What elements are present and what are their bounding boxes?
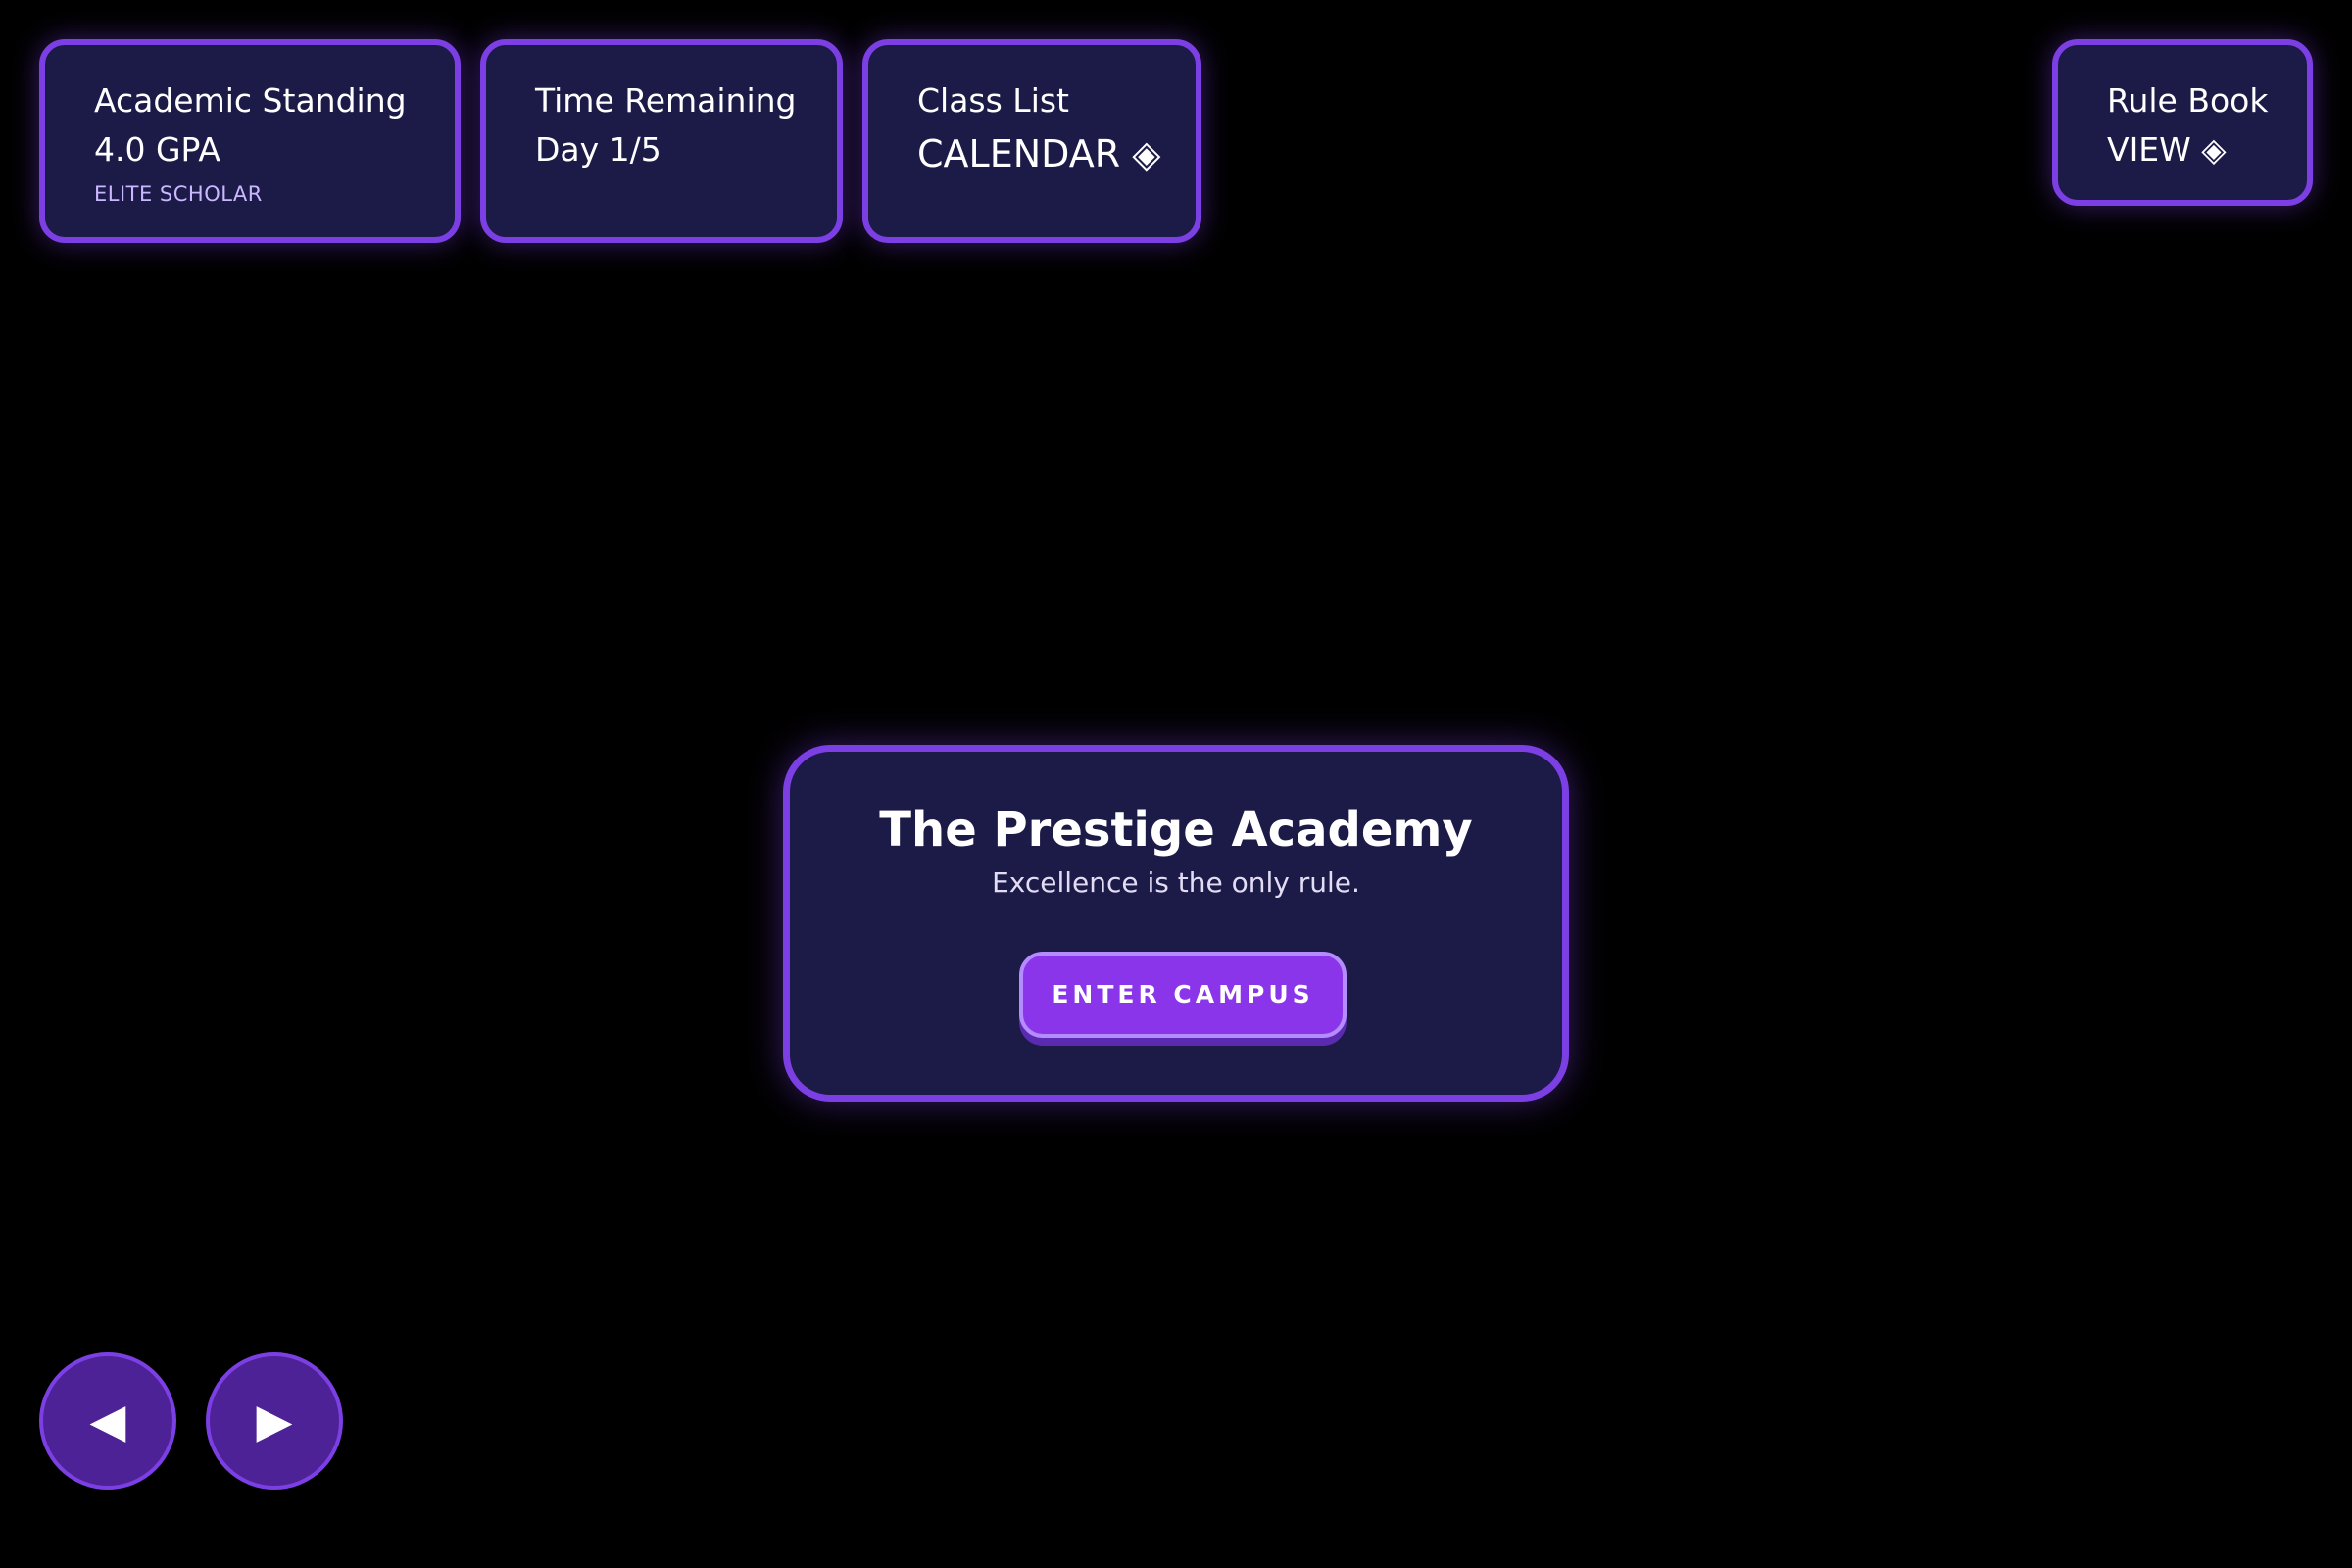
- view-rules-button[interactable]: VIEW ◈: [2107, 125, 2307, 174]
- academic-standing-title: Academic Standing: [94, 81, 407, 120]
- game-title: The Prestige Academy: [879, 803, 1473, 858]
- time-remaining-card: Time Remaining Day 1/5: [480, 39, 843, 243]
- game-screen: Academic Standing 4.0 GPA ELITE SCHOLAR …: [0, 0, 2352, 1568]
- gpa-value: 4.0 GPA: [94, 130, 220, 169]
- rule-book-card[interactable]: Rule Book VIEW ◈: [2052, 39, 2313, 206]
- right-triangle-icon: ▶: [256, 1394, 293, 1448]
- previous-button[interactable]: ◀: [39, 1352, 176, 1490]
- next-button[interactable]: ▶: [206, 1352, 343, 1490]
- time-remaining-title: Time Remaining: [535, 81, 797, 120]
- class-list-card[interactable]: Class List CALENDAR ◈: [862, 39, 1201, 243]
- left-triangle-icon: ◀: [89, 1394, 126, 1448]
- title-panel: The Prestige Academy Excellence is the o…: [783, 745, 1569, 1102]
- enter-campus-button[interactable]: ENTER CAMPUS: [1019, 952, 1347, 1038]
- scholar-rank: ELITE SCHOLAR: [94, 182, 263, 206]
- calendar-button[interactable]: CALENDAR ◈: [917, 125, 1196, 182]
- academic-standing-card: Academic Standing 4.0 GPA ELITE SCHOLAR: [39, 39, 461, 243]
- day-counter: Day 1/5: [535, 130, 662, 169]
- tagline: Excellence is the only rule.: [992, 866, 1360, 899]
- class-list-title: Class List: [917, 81, 1069, 120]
- rule-book-title: Rule Book: [2107, 81, 2269, 120]
